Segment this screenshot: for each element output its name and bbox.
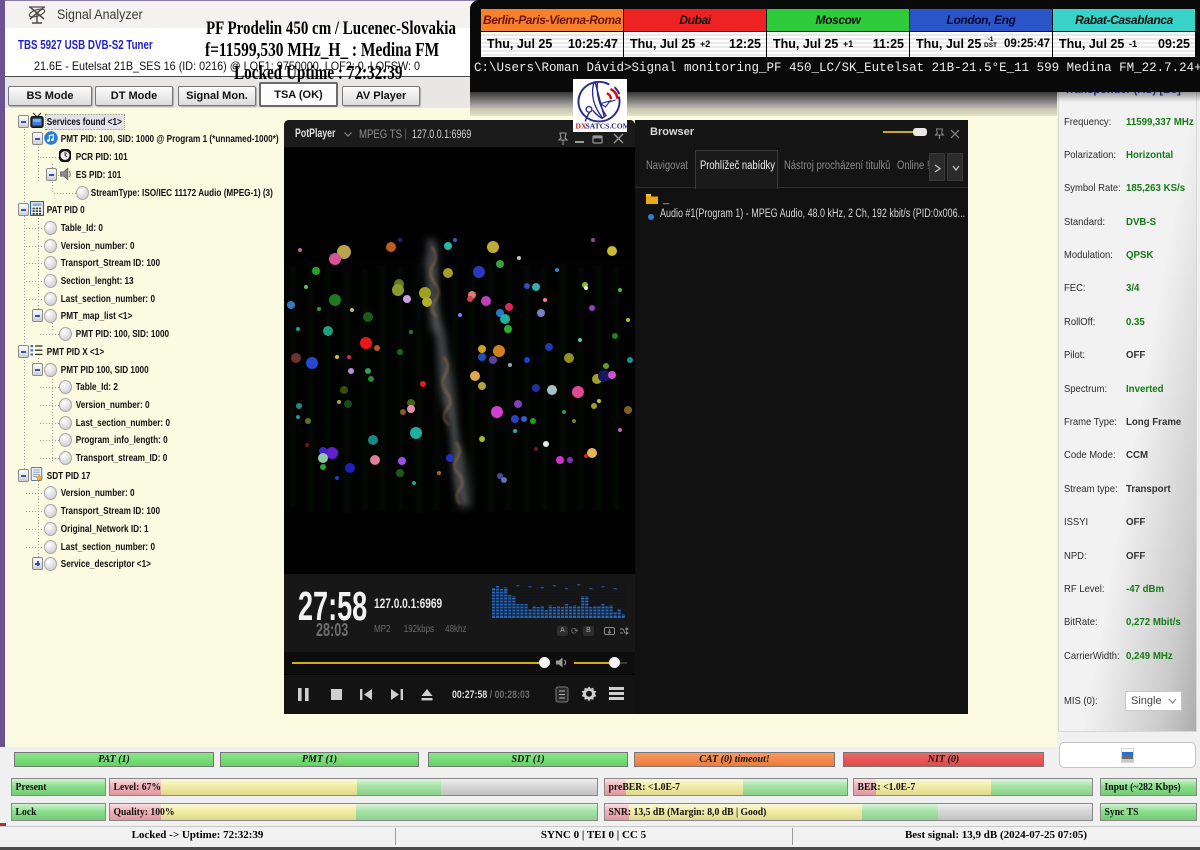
svg-text:SATCS.COM: SATCS.COM [586, 122, 628, 131]
